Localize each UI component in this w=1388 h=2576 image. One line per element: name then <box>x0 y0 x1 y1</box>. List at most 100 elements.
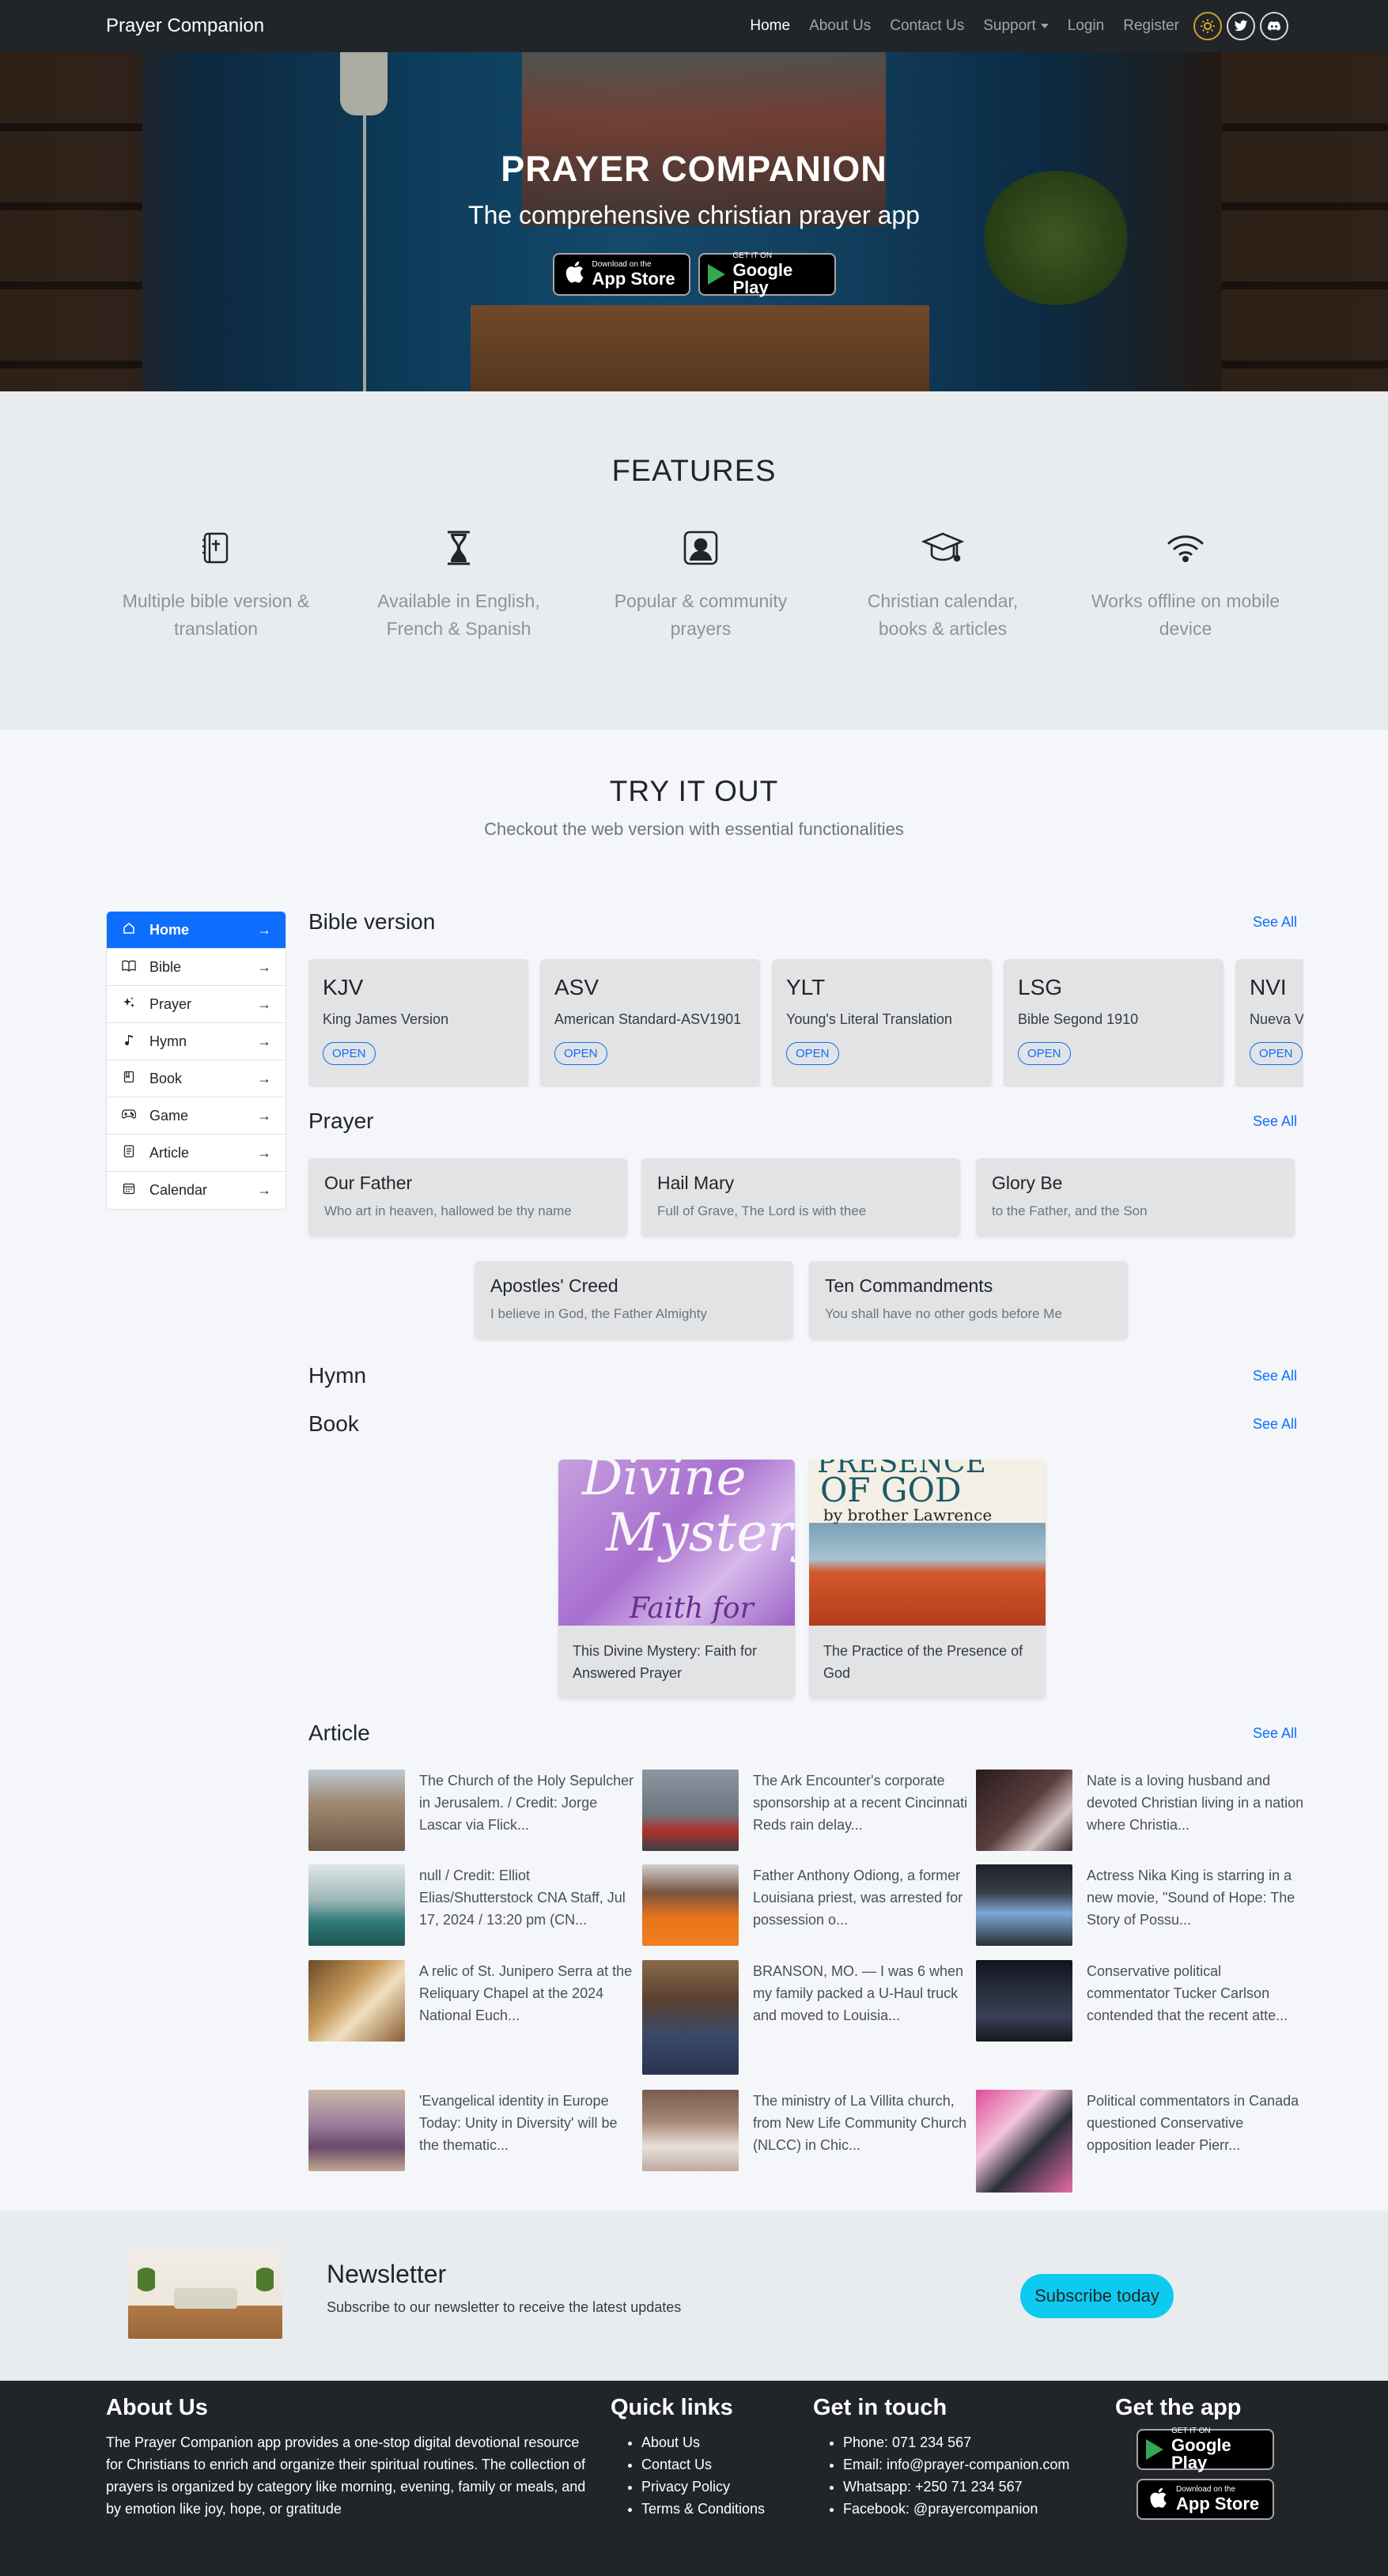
see-all-link[interactable]: See All <box>1253 914 1297 931</box>
sidebar-item-prayer[interactable]: Prayer → <box>107 986 286 1023</box>
footer-link-about[interactable]: About Us <box>641 2434 700 2450</box>
article-item[interactable]: BRANSON, MO. — I was 6 when my family pa… <box>642 1960 974 2075</box>
article-item[interactable]: 'Evangelical identity in Europe Today: U… <box>308 2090 641 2171</box>
article-thumbnail <box>308 1864 405 1946</box>
see-all-link[interactable]: See All <box>1253 1416 1297 1433</box>
see-all-link[interactable]: See All <box>1253 1113 1297 1130</box>
nav-home[interactable]: Home <box>740 17 800 35</box>
sidebar-item-calendar[interactable]: Calendar → <box>107 1172 286 1209</box>
brand-link[interactable]: Prayer Companion <box>106 0 264 52</box>
hero-banner: PRAYER COMPANION The comprehensive chris… <box>0 52 1388 391</box>
sidebar-item-book[interactable]: Book → <box>107 1060 286 1097</box>
google-play-button[interactable]: GET IT ON Google Play <box>698 252 836 297</box>
open-button[interactable]: OPEN <box>1250 1042 1303 1065</box>
sidebar-item-article[interactable]: Article → <box>107 1135 286 1172</box>
app-store-big-text: App Store <box>1176 2494 1260 2514</box>
section-title: Hymn <box>308 1363 367 1388</box>
sidebar-item-label: Home <box>149 921 190 938</box>
article-item[interactable]: A relic of St. Junipero Serra at the Rel… <box>308 1960 641 2042</box>
sidebar-item-hymn[interactable]: Hymn → <box>107 1023 286 1060</box>
app-store-button[interactable]: Download on the App Store <box>552 253 690 296</box>
prayer-title: Glory Be <box>992 1173 1063 1193</box>
feature-item: Popular & community prayers <box>602 526 800 643</box>
bible-abbr: YLT <box>786 975 826 999</box>
theme-toggle-sun-icon[interactable] <box>1193 12 1222 40</box>
article-text: Political commentators in Canada questio… <box>1087 2093 1299 2153</box>
nav-about[interactable]: About Us <box>800 17 880 35</box>
book-card[interactable]: Divine Mystery Faith for This Divine Mys… <box>558 1460 795 1698</box>
discord-icon[interactable] <box>1260 12 1288 40</box>
footer-quick-links: About Us Contact Us Privacy Policy Terms… <box>626 2431 765 2520</box>
music-note-icon <box>121 1033 137 1050</box>
google-play-icon <box>1146 2439 1163 2460</box>
book-cover-text: by brother Lawrence <box>823 1505 993 1524</box>
prayer-section-header: Prayer See All <box>308 1109 1297 1134</box>
article-item[interactable]: The Ark Encounter's corporate sponsorshi… <box>642 1770 974 1851</box>
footer-link-terms[interactable]: Terms & Conditions <box>641 2501 765 2517</box>
open-button[interactable]: OPEN <box>786 1042 839 1065</box>
prayer-desc: Who art in heaven, hallowed be thy name <box>324 1203 572 1218</box>
nav-support-dropdown[interactable]: Support <box>974 17 1058 35</box>
bible-card[interactable]: NVI Nueva Versión Internacional OPEN <box>1235 959 1303 1087</box>
sidebar-item-bible[interactable]: Bible → <box>107 949 286 986</box>
footer-facebook[interactable]: Facebook: @prayercompanion <box>843 2498 1069 2520</box>
footer-link-privacy[interactable]: Privacy Policy <box>641 2479 730 2495</box>
prayer-card[interactable]: Apostles' Creed I believe in God, the Fa… <box>475 1261 793 1339</box>
bible-card[interactable]: KJV King James Version OPEN <box>308 959 528 1087</box>
nav-support-label: Support <box>983 17 1036 34</box>
see-all-link[interactable]: See All <box>1253 1368 1297 1384</box>
article-item[interactable]: Father Anthony Odiong, a former Louisian… <box>642 1864 974 1946</box>
prayer-card[interactable]: Glory Be to the Father, and the Son <box>976 1158 1295 1236</box>
article-thumbnail <box>976 1960 1072 2042</box>
book-card[interactable]: PRESENCE OF GOD by brother Lawrence The … <box>809 1460 1046 1698</box>
prayer-card[interactable]: Hail Mary Full of Grave, The Lord is wit… <box>641 1158 960 1236</box>
bible-card[interactable]: YLT Young's Literal Translation OPEN <box>772 959 992 1087</box>
footer-phone: Phone: 071 234 567 <box>843 2431 1069 2453</box>
article-item[interactable]: The ministry of La Villita church, from … <box>642 2090 974 2171</box>
see-all-link[interactable]: See All <box>1253 1725 1297 1742</box>
open-button[interactable]: OPEN <box>323 1042 376 1065</box>
open-button[interactable]: OPEN <box>554 1042 607 1065</box>
prayer-card[interactable]: Ten Commandments You shall have no other… <box>809 1261 1128 1339</box>
nav-contact[interactable]: Contact Us <box>880 17 974 35</box>
navbar: Prayer Companion Home About Us Contact U… <box>0 0 1388 52</box>
footer-email[interactable]: Email: info@prayer-companion.com <box>843 2453 1069 2476</box>
article-item[interactable]: Actress Nika King is starring in a new m… <box>976 1864 1308 1946</box>
open-button[interactable]: OPEN <box>1018 1042 1071 1065</box>
article-text: null / Credit: Elliot Elias/Shutterstock… <box>419 1868 626 1928</box>
article-item[interactable]: null / Credit: Elliot Elias/Shutterstock… <box>308 1864 641 1946</box>
article-item[interactable]: Political commentators in Canada questio… <box>976 2090 1308 2193</box>
bible-abbr: LSG <box>1018 975 1063 999</box>
prayer-title: Hail Mary <box>657 1173 735 1193</box>
prayer-desc: to the Father, and the Son <box>992 1203 1148 1218</box>
nav-login[interactable]: Login <box>1058 17 1114 35</box>
bible-abbr: KJV <box>323 975 364 999</box>
prayer-card[interactable]: Our Father Who art in heaven, hallowed b… <box>308 1158 627 1236</box>
twitter-icon[interactable] <box>1227 12 1255 40</box>
sidebar-item-game[interactable]: Game → <box>107 1097 286 1135</box>
book-section-header: Book See All <box>308 1411 1297 1437</box>
nav-register[interactable]: Register <box>1114 17 1189 35</box>
sidebar-item-label: Game <box>149 1107 189 1124</box>
book-title: The Practice of the Presence of God <box>823 1643 1023 1681</box>
footer-quick-title: Quick links <box>611 2395 733 2420</box>
sidebar-item-home[interactable]: Home → <box>107 912 286 949</box>
sparkles-icon <box>121 996 137 1013</box>
footer-app-title: Get the app <box>1115 2395 1242 2420</box>
bible-abbr: ASV <box>554 975 599 999</box>
bible-carousel: KJV King James Version OPEN ASV American… <box>308 959 1303 1087</box>
article-item[interactable]: Nate is a loving husband and devoted Chr… <box>976 1770 1308 1851</box>
footer-app-store-button[interactable]: Download on the App Store <box>1136 2479 1274 2520</box>
article-text: Conservative political commentator Tucke… <box>1087 1963 1288 2023</box>
article-thumbnail <box>642 1960 739 2075</box>
arrow-right-icon: → <box>257 1182 271 1198</box>
article-item[interactable]: The Church of the Holy Sepulcher in Jeru… <box>308 1770 641 1851</box>
person-square-icon <box>602 526 800 570</box>
footer-google-play-button[interactable]: GET IT ON Google Play <box>1136 2427 1274 2472</box>
bible-card[interactable]: LSG Bible Segond 1910 OPEN <box>1004 959 1223 1087</box>
article-item[interactable]: Conservative political commentator Tucke… <box>976 1960 1308 2042</box>
article-text: A relic of St. Junipero Serra at the Rel… <box>419 1963 633 2023</box>
footer-link-contact[interactable]: Contact Us <box>641 2457 712 2472</box>
bible-card[interactable]: ASV American Standard-ASV1901 OPEN <box>540 959 760 1087</box>
subscribe-button[interactable]: Subscribe today <box>1020 2274 1174 2318</box>
